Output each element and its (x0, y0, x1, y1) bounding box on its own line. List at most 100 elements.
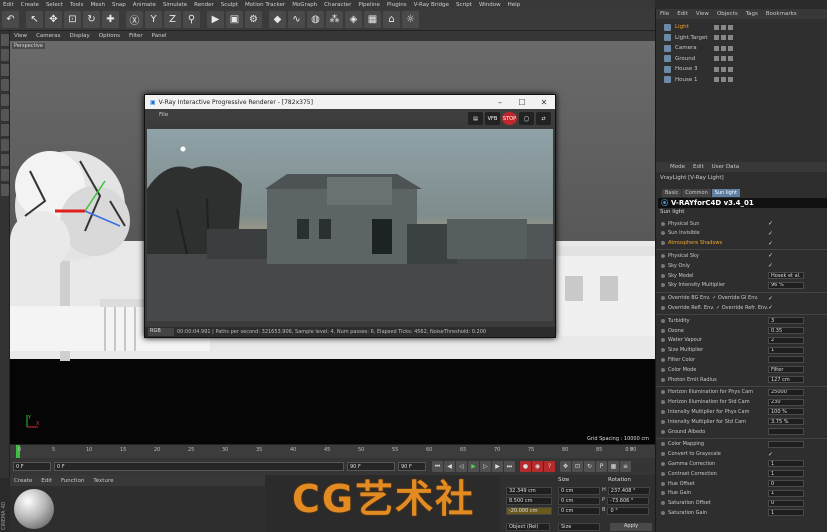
menu-mesh[interactable]: Mesh (90, 2, 104, 8)
tag-icon[interactable] (721, 35, 726, 40)
animation-dot-icon[interactable] (661, 296, 665, 301)
key-scale-icon[interactable]: ⊡ (572, 461, 583, 472)
timeline-menu-icon[interactable]: ≡ (620, 461, 631, 472)
next-key-icon[interactable]: ▶ (492, 461, 503, 472)
coordinate-system-icon[interactable]: ⚲ (183, 11, 200, 28)
render-settings-icon[interactable]: ⚙ (245, 11, 262, 28)
material-menu-create[interactable]: Create (14, 478, 32, 484)
object-row[interactable]: Ground (656, 54, 827, 64)
z-axis-icon[interactable]: Z (164, 11, 181, 28)
object-menu-view[interactable]: View (696, 11, 709, 17)
tag-icon[interactable] (728, 77, 733, 82)
save-image-icon[interactable]: ▤ (468, 112, 483, 125)
property-field[interactable]: Filter (768, 366, 804, 374)
property-field[interactable]: 3 (768, 317, 804, 325)
size-mode-select[interactable]: Size (558, 523, 600, 531)
property-checkbox[interactable]: ✓ (768, 262, 773, 269)
menu-sculpt[interactable]: Sculpt (221, 2, 238, 8)
tag-icon[interactable] (714, 77, 719, 82)
workplane-icon[interactable] (1, 154, 9, 166)
channel-select[interactable]: RGB (148, 328, 174, 336)
object-row[interactable]: Camera (656, 43, 827, 53)
render-picture-viewer-icon[interactable]: ▣ (226, 11, 243, 28)
tag-icon[interactable] (721, 45, 726, 51)
tag-icon[interactable] (714, 45, 719, 51)
position-x-field[interactable]: 32.349 cm (506, 487, 552, 495)
tag-icon[interactable] (728, 35, 733, 40)
menu-mograph[interactable]: MoGraph (292, 2, 317, 8)
object-row[interactable]: Light (656, 22, 827, 32)
attribute-menu-edit[interactable]: Edit (693, 164, 704, 170)
property-field[interactable] (768, 428, 804, 435)
menu-render[interactable]: Render (194, 2, 214, 8)
animation-dot-icon[interactable] (661, 419, 665, 424)
animation-dot-icon[interactable] (661, 481, 665, 486)
nurbs-icon[interactable]: ◍ (307, 11, 324, 28)
tag-icon[interactable] (714, 66, 719, 72)
size-y-field[interactable]: 0 cm (558, 497, 600, 505)
object-row[interactable]: House 1 (656, 75, 827, 85)
x-axis-icon[interactable]: Ⓧ (126, 11, 143, 28)
property-field[interactable]: 127 cm (768, 376, 804, 383)
object-tags[interactable] (714, 77, 735, 82)
property-field[interactable]: 100 % (768, 408, 804, 416)
menu-animate[interactable]: Animate (133, 2, 156, 8)
animation-dot-icon[interactable] (661, 367, 665, 372)
animation-dot-icon[interactable] (661, 328, 665, 333)
property-field[interactable]: 1 (768, 460, 804, 468)
sync-icon[interactable]: ⇄ (536, 112, 551, 125)
property-checkbox[interactable]: ✓ (768, 240, 773, 247)
vray-ipr-window[interactable]: ▣ V-Ray Interactive Progressive Renderer… (144, 94, 556, 338)
attribute-menu-user-data[interactable]: User Data (712, 164, 739, 170)
object-row[interactable]: Light.Target (656, 33, 827, 43)
property-checkbox[interactable]: ✓ (768, 252, 773, 259)
viewport-menu-view[interactable]: View (14, 33, 27, 39)
texture-mode-icon[interactable] (1, 64, 9, 76)
autokey-icon[interactable]: ◉ (532, 461, 543, 472)
material-preview[interactable] (14, 489, 54, 529)
lock-workplane-icon[interactable] (1, 169, 9, 181)
light-icon[interactable]: ☼ (402, 11, 419, 28)
animation-dot-icon[interactable] (661, 357, 665, 362)
viewport-menu-filter[interactable]: Filter (129, 33, 143, 39)
coordinate-mode-select[interactable]: Object (Rel) (506, 523, 550, 531)
property-field[interactable]: 230 (768, 398, 804, 406)
points-mode-icon[interactable] (1, 79, 9, 91)
solo-icon[interactable] (1, 184, 9, 196)
property-field[interactable]: 0 (768, 499, 804, 507)
object-row[interactable]: House 3 (656, 64, 827, 74)
animation-dot-icon[interactable] (661, 283, 665, 288)
key-rotation-icon[interactable]: ↻ (584, 461, 595, 472)
maximize-icon[interactable]: ☐ (511, 98, 533, 107)
animation-dot-icon[interactable] (661, 442, 665, 447)
key-pla-icon[interactable]: ▦ (608, 461, 619, 472)
object-menu-objects[interactable]: Objects (717, 11, 738, 17)
menu-select[interactable]: Select (46, 2, 63, 8)
property-field[interactable]: 0.35 (768, 327, 804, 334)
property-field[interactable]: 3.75 % (768, 418, 804, 426)
property-field[interactable]: 1 (768, 346, 804, 354)
refresh-icon[interactable]: ◯ (519, 112, 534, 125)
floor-icon[interactable]: ▦ (364, 11, 381, 28)
position-y-field[interactable]: 8.500 cm (506, 497, 552, 505)
tab-sun-light[interactable]: Sun light (711, 189, 740, 197)
property-checkbox[interactable]: ✓ (768, 295, 773, 302)
position-z-field[interactable]: -20.000 cm (506, 507, 552, 515)
vfb-button[interactable]: VFB (485, 112, 500, 125)
animation-dot-icon[interactable] (661, 338, 665, 343)
menu-tools[interactable]: Tools (70, 2, 84, 8)
animation-dot-icon[interactable] (661, 377, 665, 382)
menu-create[interactable]: Create (21, 2, 39, 8)
animation-dot-icon[interactable] (661, 400, 665, 405)
animation-dot-icon[interactable] (661, 461, 665, 466)
deformer-icon[interactable]: ◈ (345, 11, 362, 28)
animation-dot-icon[interactable] (661, 273, 665, 278)
scale-icon[interactable]: ⊡ (64, 11, 81, 28)
apply-button[interactable]: Apply (610, 523, 652, 531)
animation-dot-icon[interactable] (661, 231, 665, 236)
material-menu-texture[interactable]: Texture (93, 478, 113, 484)
property-field[interactable]: 1 (768, 489, 804, 497)
tag-icon[interactable] (714, 56, 719, 61)
property-checkbox[interactable]: ✓ (768, 230, 773, 237)
object-tags[interactable] (714, 35, 735, 40)
